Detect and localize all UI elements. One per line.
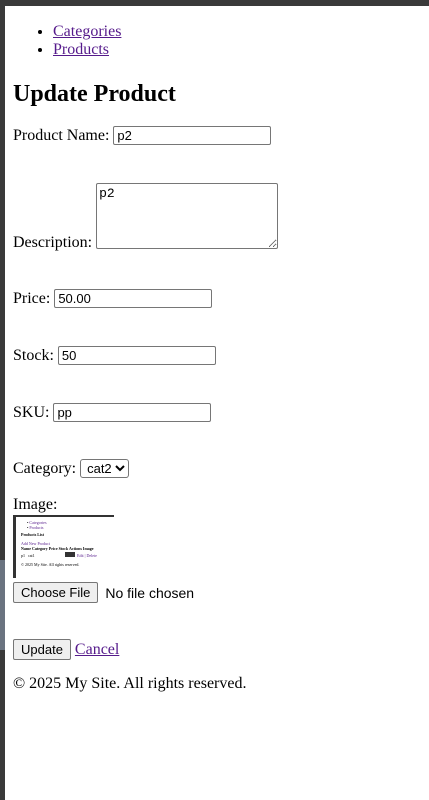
product-name-label: Product Name: — [13, 126, 110, 144]
nav-item-categories: Categories — [53, 23, 121, 41]
thumbnail-row: p1 cat1 — [21, 553, 35, 558]
stock-row: Stock: — [13, 346, 216, 365]
category-label: Category: — [13, 459, 77, 477]
category-row: Category: cat2 — [13, 459, 130, 478]
price-row: Price: — [13, 289, 213, 308]
nav-item-products: Products — [53, 41, 121, 59]
price-input[interactable] — [54, 289, 213, 308]
product-image-thumbnail: • Categories • Products Products List Ad… — [13, 515, 114, 578]
actions-row: Update Cancel — [13, 639, 119, 660]
left-edge-notch — [0, 560, 5, 650]
nav-link-categories[interactable]: Categories — [53, 23, 121, 40]
choose-file-button[interactable]: Choose File — [13, 582, 99, 603]
thumbnail-nav-2: • Products — [27, 525, 44, 530]
image-label-row: Image: — [13, 496, 61, 514]
category-select[interactable]: cat2 — [80, 459, 130, 478]
sku-input[interactable] — [53, 403, 212, 422]
description-label: Description: — [13, 234, 93, 251]
thumbnail-top-bar — [13, 515, 114, 517]
image-label: Image: — [13, 496, 58, 513]
file-input-row: Choose File No file chosen — [13, 582, 194, 603]
sku-label: SKU: — [13, 403, 50, 421]
sku-row: SKU: — [13, 403, 212, 422]
description-row: Description: p2 — [13, 183, 279, 251]
file-status-text: No file chosen — [105, 584, 195, 601]
product-name-input[interactable] — [113, 126, 272, 145]
window-top-border — [0, 0, 429, 6]
description-textarea[interactable]: p2 — [96, 183, 279, 249]
thumbnail-title: Products List — [21, 532, 44, 537]
site-footer: © 2025 My Site. All rights reserved. — [13, 675, 247, 692]
thumbnail-headers: Name Category Price Stock Actions Image — [21, 546, 94, 551]
thumbnail-row-actions: Edit | Delete — [77, 553, 97, 558]
stock-input[interactable] — [57, 346, 216, 365]
cancel-link[interactable]: Cancel — [75, 641, 119, 659]
nav-list: Categories Products — [13, 23, 121, 59]
thumbnail-left-bar — [13, 515, 16, 578]
window-left-border — [0, 0, 5, 800]
update-button[interactable]: Update — [13, 639, 71, 660]
nav-link-products[interactable]: Products — [53, 41, 109, 58]
thumbnail-footer: © 2025 My Site. All rights reserved. — [21, 562, 80, 567]
stock-label: Stock: — [13, 346, 54, 364]
thumbnail-row-image — [65, 552, 75, 557]
page-title: Update Product — [13, 81, 176, 107]
product-name-row: Product Name: — [13, 126, 272, 145]
price-label: Price: — [13, 289, 51, 307]
